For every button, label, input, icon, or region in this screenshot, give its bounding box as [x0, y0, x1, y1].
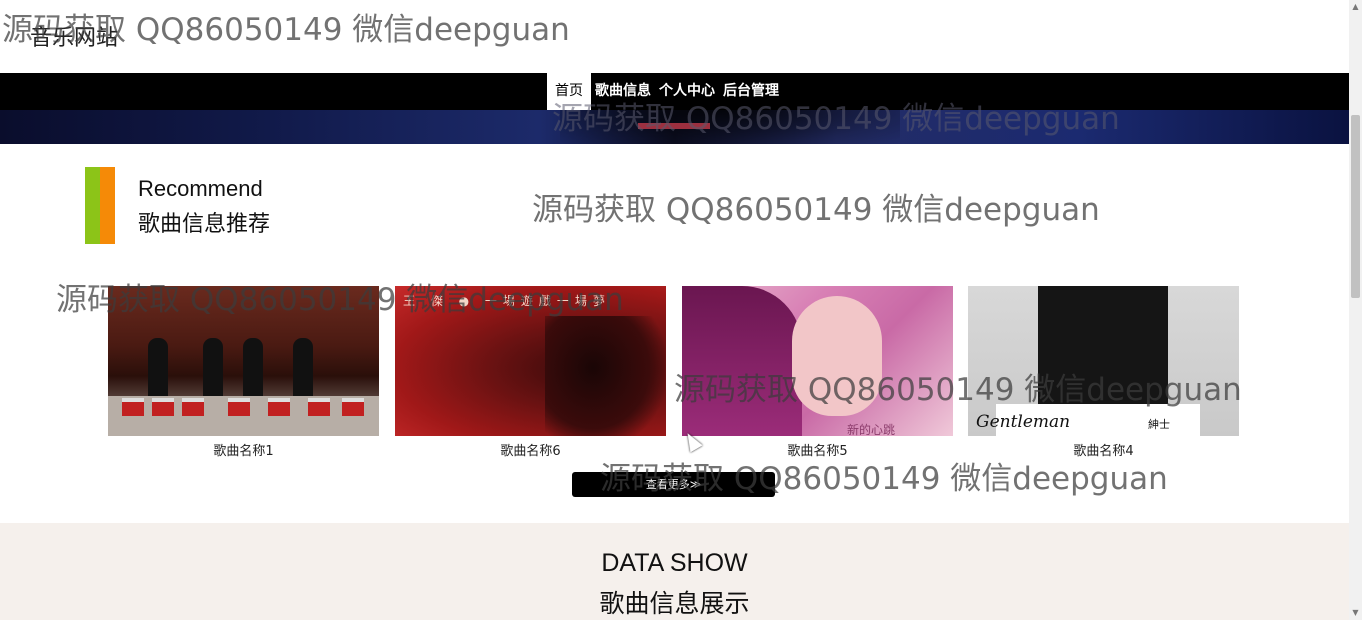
performer-figure: [243, 338, 263, 398]
vertical-scrollbar[interactable]: ▲ ▼: [1349, 0, 1362, 620]
song-card-image-6[interactable]: 王 傑 ● 一場遊戲一場夢: [395, 286, 666, 436]
hero-accent: [638, 123, 710, 129]
song-card-name-5[interactable]: 歌曲名称5: [682, 440, 953, 459]
nav-item-songs[interactable]: 歌曲信息: [591, 73, 655, 110]
scroll-up-arrow-icon[interactable]: ▲: [1349, 0, 1362, 14]
nav-item-admin[interactable]: 后台管理: [719, 73, 783, 110]
hair-shape: [682, 286, 802, 436]
song-card-image-4[interactable]: Gentleman 紳士: [968, 286, 1239, 436]
drum: [342, 398, 364, 416]
navbar: 首页 歌曲信息 个人中心 后台管理: [0, 73, 1349, 110]
face-shadow: [545, 316, 665, 436]
green-bar: [85, 167, 100, 244]
song-card-image-5[interactable]: 新的心跳: [682, 286, 953, 436]
recommend-accent-bar: [85, 167, 115, 244]
data-show-title-en: DATA SHOW: [601, 549, 748, 577]
data-show-section: DATA SHOW 歌曲信息展示: [0, 523, 1349, 620]
nav-item-home[interactable]: 首页: [547, 73, 591, 110]
performer-figure: [293, 338, 313, 398]
recommend-title-cn: 歌曲信息推荐: [138, 212, 271, 237]
album-cover-text: 王 傑 ● 一場遊戲一場夢: [403, 294, 611, 308]
song-card-image-1[interactable]: [108, 286, 379, 436]
signature-text: Gentleman: [976, 412, 1071, 432]
performer-figure: [203, 338, 223, 398]
orange-bar: [100, 167, 115, 244]
drum: [182, 398, 204, 416]
drum: [122, 398, 144, 416]
drum: [268, 398, 290, 416]
face-shape: [792, 296, 882, 416]
data-show-title-cn: 歌曲信息展示: [599, 589, 750, 618]
site-header: 音乐网站: [0, 0, 1349, 73]
drum: [152, 398, 174, 416]
song-card-name-4[interactable]: 歌曲名称4: [968, 440, 1239, 459]
performer-figure: [148, 338, 168, 398]
page: 音乐网站 首页 歌曲信息 个人中心 后台管理 Recommend 歌曲信息推荐 …: [0, 0, 1349, 620]
recommend-title-en: Recommend: [138, 176, 263, 201]
album-cover-text: 新的心跳: [847, 423, 896, 436]
song-card-name-6[interactable]: 歌曲名称6: [395, 440, 666, 459]
drum: [308, 398, 330, 416]
scroll-down-arrow-icon[interactable]: ▼: [1349, 606, 1362, 620]
nav-menu: 首页 歌曲信息 个人中心 后台管理: [547, 73, 783, 110]
album-cover-text: 紳士: [1148, 418, 1170, 431]
watermark-text: 源码获取 QQ86050149 微信deepguan: [532, 192, 1100, 228]
song-card-name-1[interactable]: 歌曲名称1: [108, 440, 379, 459]
view-more-button[interactable]: 查看更多≫: [572, 472, 775, 497]
scrollbar-thumb[interactable]: [1351, 115, 1360, 298]
drum: [228, 398, 250, 416]
nav-item-personal-center[interactable]: 个人中心: [655, 73, 719, 110]
site-title[interactable]: 音乐网站: [30, 20, 118, 52]
